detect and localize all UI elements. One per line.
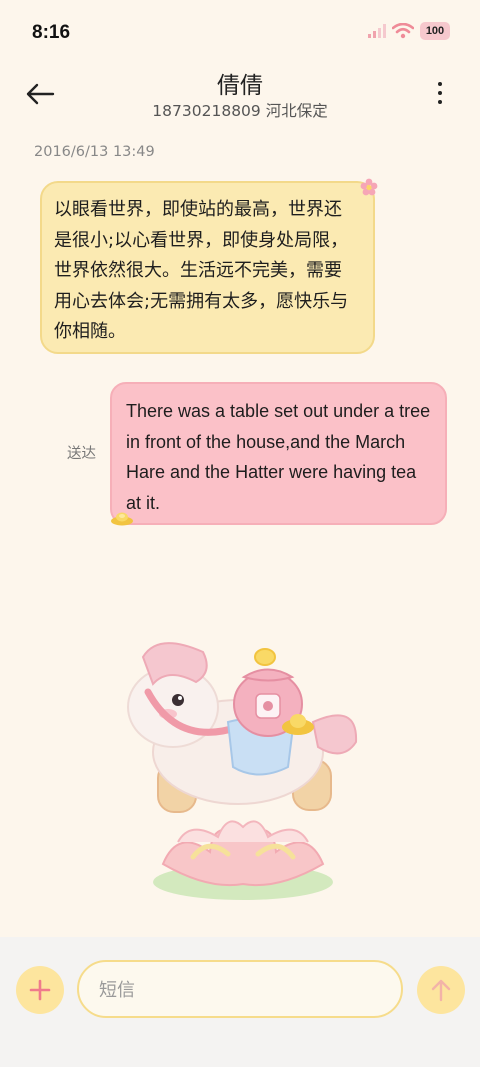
contact-name[interactable]: 倩倩 bbox=[0, 66, 480, 100]
composer-bar: 短信 bbox=[0, 937, 480, 1067]
status-time: 8:16 bbox=[32, 22, 71, 43]
more-dot bbox=[438, 100, 442, 104]
battery-indicator: 100 bbox=[420, 22, 450, 40]
message-input[interactable]: 短信 bbox=[77, 960, 403, 1018]
arrow-up-icon bbox=[431, 979, 451, 1002]
gold-ingot-icon bbox=[111, 512, 133, 526]
more-options-button[interactable] bbox=[434, 78, 446, 108]
more-vertical-icon bbox=[438, 82, 442, 86]
message-input-placeholder: 短信 bbox=[99, 980, 135, 1001]
delivered-status: 送达 bbox=[67, 446, 96, 462]
contact-number-location: 18730218809 河北保定 bbox=[152, 102, 328, 120]
conversation-header: 倩倩 18730218809 河北保定 bbox=[0, 66, 480, 136]
status-icons: 100 bbox=[368, 22, 450, 40]
outgoing-message-bubble[interactable]: There was a table set out under a tree i… bbox=[110, 382, 447, 525]
horse-sticker[interactable] bbox=[118, 632, 368, 917]
more-dot bbox=[438, 91, 442, 95]
add-attachment-button[interactable] bbox=[16, 966, 64, 1014]
signal-icon bbox=[368, 24, 386, 38]
incoming-message-bubble[interactable]: 以眼看世界，即使站的最高，世界还是很小;以心看世界，即使身处局限，世界依然很大。… bbox=[40, 181, 375, 354]
send-button[interactable] bbox=[417, 966, 465, 1014]
wifi-icon bbox=[392, 23, 414, 39]
status-bar: 8:16 100 bbox=[0, 0, 480, 66]
plus-icon bbox=[29, 979, 51, 1001]
message-timestamp: 2016/6/13 13:49 bbox=[34, 144, 155, 160]
flower-icon bbox=[360, 178, 378, 196]
